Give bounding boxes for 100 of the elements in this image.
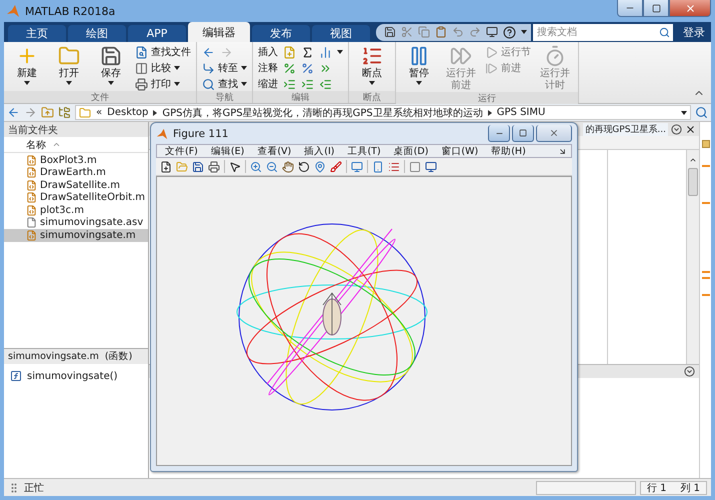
close-icon <box>684 2 696 14</box>
caret-icon[interactable] <box>681 110 687 114</box>
ribbon-tab[interactable]: 视图 <box>312 25 370 42</box>
brush-icon[interactable] <box>330 160 342 172</box>
file-row[interactable]: DrawEarth.m <box>4 166 148 179</box>
back-arrow-icon[interactable] <box>7 106 20 119</box>
menu-item[interactable]: 文件(F) <box>165 144 198 158</box>
path-segment[interactable]: Desktop <box>107 107 148 118</box>
menu-item[interactable]: 工具(T) <box>347 144 381 158</box>
help-icon[interactable] <box>503 26 516 38</box>
column-header[interactable]: 名称 <box>26 138 46 152</box>
pointer-icon[interactable] <box>229 160 241 172</box>
toolstrip-button[interactable]: 暂停 <box>401 45 437 85</box>
close-button[interactable] <box>536 125 572 142</box>
menu-item[interactable]: 查看(V) <box>257 144 292 158</box>
minimize-button[interactable] <box>617 0 643 17</box>
maximize-button[interactable] <box>643 0 669 17</box>
panel-menu-icon[interactable] <box>671 124 682 134</box>
toolstrip-button[interactable]: 打印 <box>135 77 180 91</box>
undo-icon[interactable] <box>452 26 464 38</box>
ribbon-tab[interactable]: 主页 <box>8 25 66 42</box>
redo-icon[interactable] <box>469 26 481 38</box>
warning-marker[interactable] <box>702 165 710 167</box>
menu-item[interactable]: 桌面(D) <box>394 144 428 158</box>
editor-tab[interactable]: 的再现GPS卫星系... <box>583 122 668 136</box>
warning-marker[interactable] <box>702 271 710 273</box>
rotate-icon[interactable] <box>298 160 310 172</box>
menu-item[interactable]: 帮助(H) <box>491 144 526 158</box>
close-button[interactable] <box>669 0 711 17</box>
dock-icon[interactable] <box>425 160 437 172</box>
file-row[interactable]: plot3c.m <box>4 204 148 216</box>
ribbon-tab[interactable]: 绘图 <box>68 25 126 42</box>
ribbon-tab[interactable]: 发布 <box>252 25 310 42</box>
search-field[interactable]: 搜索文档 <box>533 24 673 40</box>
path-field[interactable]: « Desktop GPS仿真，将GPS星站视觉化，清晰的再现GPS卫星系统相对地球的运动 GPS SIMU <box>75 105 691 120</box>
status-marker-icon <box>702 140 710 148</box>
caret-icon[interactable] <box>521 30 527 34</box>
separator-icon <box>488 110 492 116</box>
toolstrip-button[interactable]: 断点 <box>354 45 390 85</box>
warning-marker[interactable] <box>702 277 710 279</box>
forward-arrow-icon[interactable] <box>24 106 37 119</box>
minimize-button[interactable] <box>488 125 510 142</box>
pan-hand-icon[interactable] <box>282 160 294 172</box>
path-segment[interactable]: GPS SIMU <box>496 107 546 118</box>
script-file-icon <box>26 192 37 204</box>
scissors-icon[interactable] <box>401 26 413 38</box>
warning-marker[interactable] <box>702 202 710 204</box>
scrollbar-thumb[interactable] <box>688 168 698 196</box>
linked-plot-icon[interactable] <box>351 160 363 172</box>
login-button[interactable]: 登录 <box>675 24 711 40</box>
toolstrip-button[interactable]: 注释 <box>258 61 278 75</box>
ribbon-tab[interactable]: APP <box>128 25 186 42</box>
folder-icon <box>79 106 91 118</box>
warning-marker[interactable] <box>702 294 710 296</box>
zoom-out-icon[interactable] <box>266 160 278 172</box>
maximize-button[interactable] <box>512 125 534 142</box>
folder-tree-icon[interactable] <box>58 106 71 119</box>
search-icon[interactable] <box>659 26 670 38</box>
file-name: DrawSatelliteOrbit.m <box>40 192 146 204</box>
toolstrip-button[interactable]: 新建 <box>9 45 45 85</box>
file-row[interactable]: DrawSatelliteOrbit.m <box>4 192 148 204</box>
menu-item[interactable]: 插入(I) <box>304 144 334 158</box>
search-icon[interactable] <box>695 106 708 119</box>
file-row[interactable]: DrawSatellite.m <box>4 179 148 192</box>
menu-item[interactable]: 编辑(E) <box>210 144 244 158</box>
clipboard-icon[interactable] <box>435 26 447 38</box>
ribbon-tab[interactable]: 编辑器 <box>188 22 250 42</box>
toolstrip-button[interactable]: 缩进 <box>258 77 278 91</box>
file-row[interactable]: simumovingsate.asv <box>4 216 148 229</box>
toolstrip-button[interactable]: 查找文件 <box>135 45 191 59</box>
toolstrip-button[interactable]: 插入 <box>258 45 278 59</box>
toolstrip-button[interactable]: 转至 <box>202 61 247 75</box>
toolstrip-button[interactable]: 保存 <box>93 45 129 85</box>
file-row[interactable]: simumovingsate.m <box>4 229 148 242</box>
file-row[interactable]: BoxPlot3.m <box>4 154 148 166</box>
toolstrip-button[interactable]: 查找 <box>202 77 247 91</box>
matlab-logo-icon <box>6 4 20 18</box>
new-figure-icon[interactable] <box>160 160 172 172</box>
panel-menu-icon[interactable] <box>684 366 695 377</box>
path-overflow[interactable]: « <box>96 107 102 118</box>
path-segment[interactable]: GPS仿真，将GPS星站视觉化，清晰的再现GPS卫星系统相对地球的运动 <box>162 106 483 120</box>
undock-arrow-icon[interactable] <box>558 146 567 156</box>
zoom-in-icon[interactable] <box>250 160 262 172</box>
data-cursor-icon[interactable] <box>314 160 326 172</box>
monitor-icon[interactable] <box>486 26 498 38</box>
printer-icon[interactable] <box>208 160 220 172</box>
hide-tools-icon[interactable] <box>409 160 421 172</box>
copy-icon[interactable] <box>418 26 430 38</box>
toolstrip-button[interactable]: 比较 <box>135 61 180 75</box>
scrollbar[interactable] <box>687 150 699 364</box>
close-icon[interactable] <box>685 124 696 134</box>
file-name: DrawEarth.m <box>40 167 106 178</box>
folder-up-icon[interactable] <box>41 106 54 119</box>
maximize-icon <box>652 4 660 12</box>
colorbar-icon[interactable] <box>372 160 384 172</box>
menu-item[interactable]: 窗口(W) <box>441 144 478 158</box>
back-arrow-icon[interactable] <box>202 46 215 58</box>
scroll-up-icon[interactable] <box>689 156 697 164</box>
toolstrip-button[interactable]: 打开 <box>51 45 87 85</box>
function-name[interactable]: simumovingsate() <box>27 370 118 382</box>
